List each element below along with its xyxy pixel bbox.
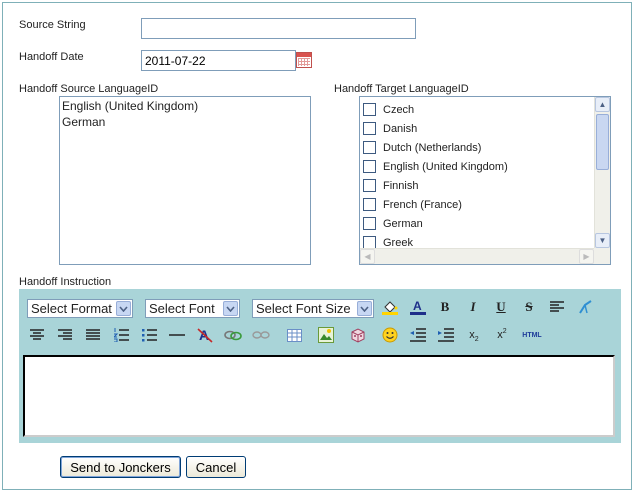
align-center-icon[interactable]	[26, 325, 48, 345]
chevron-down-icon	[357, 301, 372, 316]
cancel-button[interactable]: Cancel	[186, 456, 246, 478]
font-select[interactable]: Select Font	[145, 299, 240, 318]
target-language-label-text: Finnish	[383, 179, 419, 192]
target-language-item[interactable]: French (France)	[363, 195, 462, 214]
align-right-icon[interactable]	[54, 325, 76, 345]
html-icon[interactable]: HTML	[519, 325, 545, 345]
scroll-down-icon[interactable]: ▼	[595, 233, 610, 248]
horizontal-rule-icon[interactable]	[166, 325, 188, 345]
clean-format-icon[interactable]	[574, 297, 596, 317]
checkbox[interactable]	[363, 217, 376, 230]
font-size-select-value: Select Font Size	[256, 301, 351, 316]
justify-icon[interactable]	[82, 325, 104, 345]
checkbox[interactable]	[363, 141, 376, 154]
link-icon[interactable]	[222, 325, 244, 345]
subscript-icon[interactable]: x2	[463, 325, 485, 345]
table-icon[interactable]	[283, 325, 305, 345]
font-color-glyph: A	[413, 299, 422, 313]
source-language-option[interactable]: German	[62, 114, 308, 130]
checkbox[interactable]	[363, 103, 376, 116]
format-select-value: Select Format	[31, 301, 112, 316]
scroll-corner	[594, 248, 610, 264]
instruction-textarea[interactable]	[23, 355, 615, 437]
font-select-value: Select Font	[149, 301, 215, 316]
source-language-option[interactable]: English (United Kingdom)	[62, 98, 308, 114]
target-language-item[interactable]: English (United Kingdom)	[363, 157, 508, 176]
target-language-label-text: English (United Kingdom)	[383, 160, 508, 173]
scroll-up-icon[interactable]: ▲	[595, 97, 610, 112]
checkbox[interactable]	[363, 160, 376, 173]
superscript-num: 2	[502, 327, 507, 335]
source-string-input[interactable]	[141, 18, 416, 39]
handoff-date-input[interactable]	[141, 50, 296, 71]
checkbox[interactable]	[363, 179, 376, 192]
format-select[interactable]: Select Format	[27, 299, 133, 318]
instruction-label: Handoff Instruction	[19, 276, 112, 288]
font-size-select[interactable]: Select Font Size	[252, 299, 374, 318]
vertical-scrollbar[interactable]: ▲ ▼	[594, 97, 610, 248]
strikethrough-icon[interactable]: S	[518, 297, 540, 317]
target-language-label-text: Dutch (Netherlands)	[383, 141, 482, 154]
target-language-item[interactable]: Danish	[363, 119, 417, 138]
chevron-down-icon	[223, 301, 238, 316]
unordered-list-icon[interactable]	[138, 325, 160, 345]
checkbox[interactable]	[363, 198, 376, 211]
target-language-label: Handoff Target LanguageID	[334, 83, 469, 95]
calendar-icon[interactable]	[296, 52, 312, 68]
special-char-icon[interactable]	[347, 325, 369, 345]
source-language-listbox[interactable]: English (United Kingdom) German	[59, 96, 311, 265]
ordered-list-icon[interactable]	[110, 325, 132, 345]
target-language-item[interactable]: Dutch (Netherlands)	[363, 138, 481, 157]
chevron-down-icon	[116, 301, 131, 316]
scroll-thumb[interactable]	[596, 114, 609, 170]
outdent-icon[interactable]	[407, 325, 429, 345]
handoff-date-label: Handoff Date	[19, 51, 84, 63]
target-language-item[interactable]: German	[363, 214, 423, 233]
remove-format-icon[interactable]: A	[194, 325, 216, 345]
target-language-label-text: Greek	[383, 236, 413, 249]
source-string-label: Source String	[19, 19, 86, 31]
target-language-label-text: German	[383, 217, 423, 230]
target-language-item[interactable]: Czech	[363, 100, 414, 119]
horizontal-scrollbar[interactable]: ◀ ▶	[360, 248, 594, 264]
source-language-label: Handoff Source LanguageID	[19, 83, 159, 95]
target-language-checklist[interactable]: Czech Danish Dutch (Netherlands) English…	[359, 96, 611, 265]
italic-icon[interactable]: I	[462, 297, 484, 317]
bold-icon[interactable]: B	[434, 297, 456, 317]
align-left-icon[interactable]	[546, 297, 568, 317]
font-color-icon[interactable]: A	[407, 297, 429, 317]
fill-color-icon[interactable]	[379, 297, 401, 317]
image-icon[interactable]	[315, 325, 337, 345]
indent-icon[interactable]	[435, 325, 457, 345]
send-button[interactable]: Send to Jonckers	[60, 456, 181, 478]
checkbox[interactable]	[363, 122, 376, 135]
superscript-icon[interactable]: x2	[491, 325, 513, 345]
smiley-icon[interactable]	[379, 325, 401, 345]
scroll-left-icon[interactable]: ◀	[360, 249, 375, 264]
subscript-num: 2	[474, 335, 479, 343]
target-language-item[interactable]: Finnish	[363, 176, 418, 195]
target-language-label-text: Danish	[383, 122, 418, 135]
target-language-label-text: Czech	[383, 103, 415, 116]
unlink-icon[interactable]	[250, 325, 272, 345]
scroll-right-icon[interactable]: ▶	[579, 249, 594, 264]
target-language-label-text: French (France)	[383, 198, 462, 211]
underline-icon[interactable]: U	[490, 297, 512, 317]
